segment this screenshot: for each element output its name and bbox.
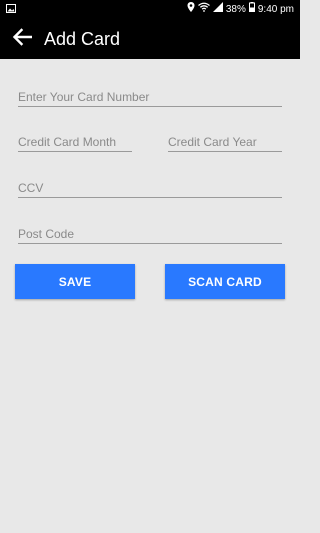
card-year-field[interactable] bbox=[168, 133, 282, 152]
card-number-input[interactable] bbox=[18, 88, 282, 106]
scan-card-button[interactable]: SCAN CARD bbox=[165, 264, 285, 299]
battery-icon bbox=[248, 0, 255, 19]
wifi-icon bbox=[197, 0, 210, 19]
app-bar: Add Card bbox=[0, 19, 300, 59]
scan-card-button-label: SCAN CARD bbox=[188, 274, 262, 289]
status-right: 38% 9:40 pm bbox=[187, 0, 294, 19]
back-button[interactable] bbox=[4, 19, 40, 59]
card-number-field[interactable] bbox=[18, 88, 282, 107]
image-icon bbox=[6, 3, 16, 16]
post-code-field[interactable] bbox=[18, 225, 282, 244]
battery-text: 38% bbox=[225, 4, 246, 15]
card-month-field[interactable] bbox=[18, 133, 132, 152]
status-left bbox=[6, 3, 16, 16]
save-button-label: SAVE bbox=[58, 274, 92, 289]
clock: 9:40 pm bbox=[257, 4, 294, 15]
card-year-input[interactable] bbox=[168, 133, 282, 151]
arrow-back-icon bbox=[12, 27, 33, 51]
ccv-field[interactable] bbox=[18, 179, 282, 198]
page-title: Add Card bbox=[44, 28, 121, 49]
signal-icon bbox=[212, 0, 223, 19]
ccv-input[interactable] bbox=[18, 179, 282, 197]
save-button[interactable]: SAVE bbox=[15, 264, 135, 299]
post-code-input[interactable] bbox=[18, 225, 282, 243]
location-icon bbox=[187, 0, 195, 19]
status-bar: 38% 9:40 pm bbox=[0, 0, 300, 19]
card-month-input[interactable] bbox=[18, 133, 132, 151]
